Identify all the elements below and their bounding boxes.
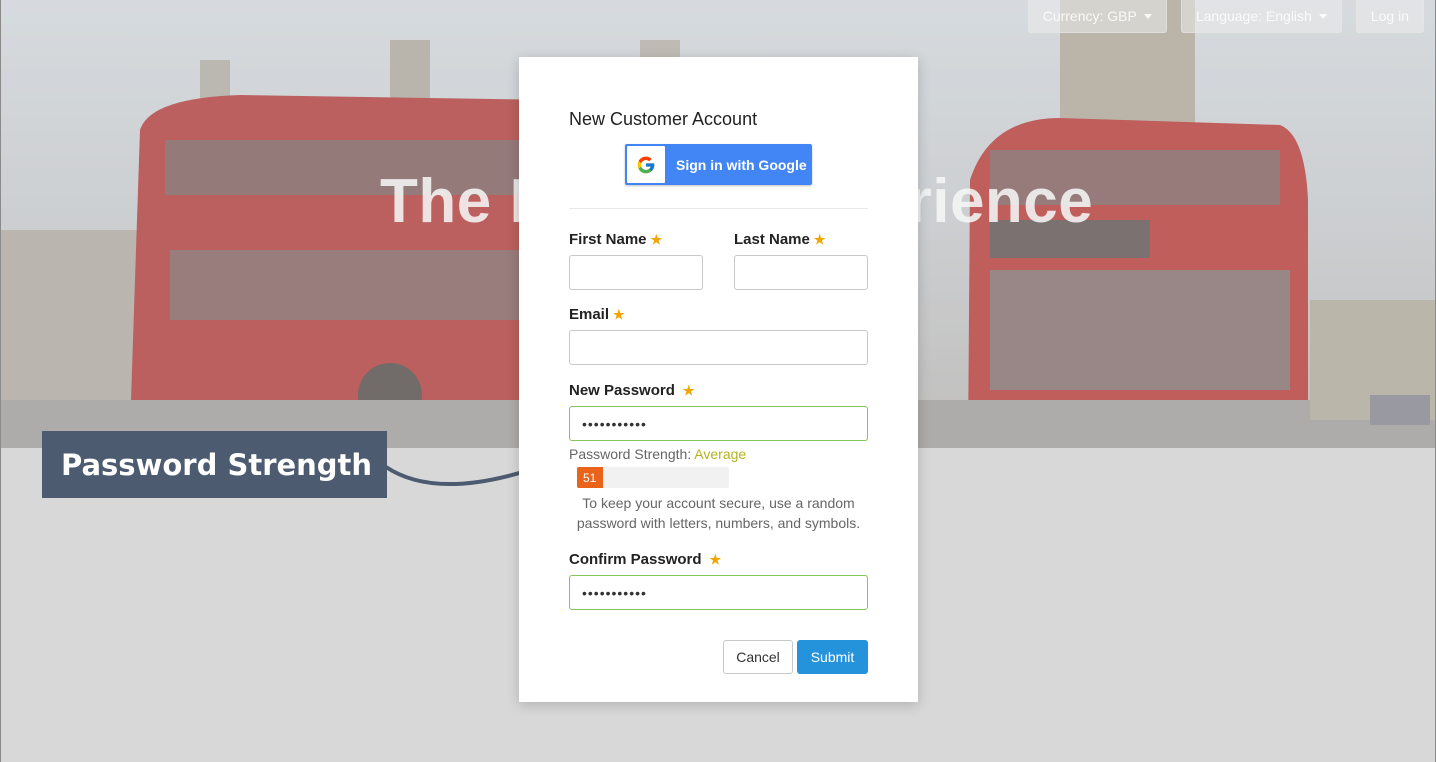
last-name-label: Last Name ★ [734, 231, 826, 248]
password-strength-meter: 51 [577, 467, 729, 488]
currency-label: Currency: GBP [1042, 8, 1137, 24]
new-password-label: New Password ★ [569, 382, 695, 399]
confirm-password-label-text: Confirm Password [569, 551, 702, 568]
language-label: Language: English [1195, 8, 1312, 24]
currency-dropdown[interactable]: Currency: GBP [1027, 0, 1167, 33]
required-star-icon: ★ [813, 232, 826, 247]
required-star-icon: ★ [709, 552, 722, 567]
email-input[interactable] [569, 330, 868, 365]
password-strength-prefix: Password Strength: [569, 446, 692, 462]
google-signin-label: Sign in with Google [676, 156, 807, 173]
new-account-modal: New Customer Account Sign in with Google… [519, 57, 918, 702]
required-star-icon: ★ [650, 232, 663, 247]
caret-down-icon [1318, 13, 1327, 19]
top-navigation: Currency: GBP Language: English Log in [1027, 0, 1424, 33]
submit-button[interactable]: Submit [797, 640, 868, 674]
first-name-label: First Name ★ [569, 231, 662, 248]
password-strength-callout: Password Strength [42, 431, 387, 498]
divider [569, 208, 868, 209]
cancel-button[interactable]: Cancel [723, 640, 793, 674]
required-star-icon: ★ [682, 383, 695, 398]
email-label-text: Email [569, 306, 610, 323]
google-g-icon [627, 146, 665, 183]
confirm-password-label: Confirm Password ★ [569, 551, 721, 568]
first-name-label-text: First Name [569, 231, 647, 248]
password-help-text: To keep your account secure, use a rando… [576, 495, 861, 531]
first-name-input[interactable] [569, 255, 703, 290]
language-dropdown[interactable]: Language: English [1180, 0, 1342, 33]
google-signin-button[interactable]: Sign in with Google [625, 144, 812, 185]
modal-title: New Customer Account [569, 109, 758, 129]
password-strength-text: Password Strength: Average [569, 446, 746, 462]
last-name-label-text: Last Name [734, 231, 810, 248]
caret-down-icon [1143, 13, 1152, 19]
confirm-password-input[interactable]: ••••••••••• [569, 575, 868, 610]
new-password-label-text: New Password [569, 382, 675, 399]
new-password-input[interactable]: ••••••••••• [569, 406, 868, 441]
required-star-icon: ★ [613, 307, 625, 322]
last-name-input[interactable] [734, 255, 868, 290]
password-strength-level: Average [694, 446, 747, 462]
email-label: Email ★ [569, 306, 625, 323]
password-strength-fill: 51 [577, 467, 603, 488]
login-button[interactable]: Log in [1355, 0, 1424, 33]
